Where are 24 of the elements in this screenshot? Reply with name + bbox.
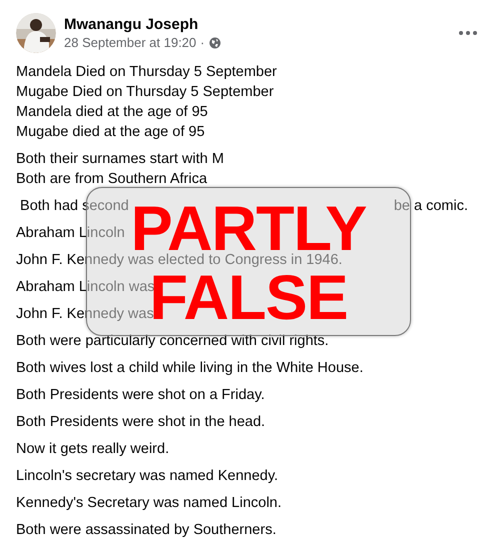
post-text-line: Both their surnames start with M [16,150,225,169]
post-text-line: Mugabe Died on Thursday 5 September [16,83,275,102]
post-text-line: Mandela Died on Thursday 5 September [16,63,278,82]
more-icon [458,30,478,36]
post-text-line: Mandela died at the age of 95 [16,103,209,122]
post-text-line: Both were assassinated by Southerners. [16,521,278,538]
post-text-line: Abraham Lincoln [16,224,126,243]
post-text-line: Both wives lost a child while living in the White House. [16,359,364,378]
post-time: 28 September at 19:20 [64,34,196,51]
stamp-text: PARTLY [130,206,366,252]
separator: · [200,34,205,51]
post-text-fragment: Both had second [19,197,129,216]
post-text-line: Mugabe died at the age of 95 [16,123,206,142]
globe-icon [208,36,221,48]
post-text-line: Both Presidents were shot on a Friday. [16,386,266,405]
post-text-line: Both are from Southern Africa [16,170,208,189]
post-text-line: Lincoln's secretary was named Kennedy. [16,467,280,486]
post-text-line: Now it gets really weird. [16,440,170,459]
post-text-line: Kennedy's Secretary was named Lincoln. [16,494,283,513]
author-name: Mwanangu Joseph [64,15,200,34]
post-text-line: Both were particularly concerned with civil rights. [16,332,330,351]
post-text-fragment: be a comic. [394,197,468,216]
post-text-line: Both Presidents were shot in the head. [16,413,266,432]
post-text-line: John F. Kennedy was [16,306,154,324]
